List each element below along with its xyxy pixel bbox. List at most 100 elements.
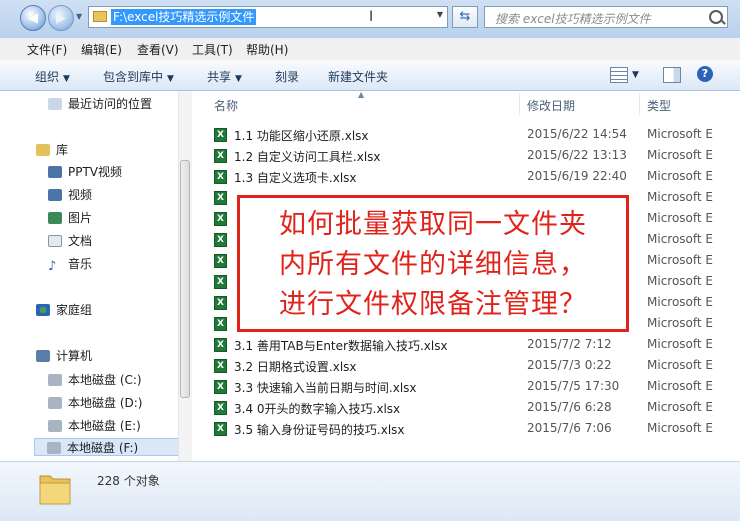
file-type: Microsoft E (647, 421, 714, 435)
menu-tools[interactable]: 工具(T) (192, 41, 233, 58)
excel-file-icon: X (214, 128, 227, 142)
search-icon (709, 10, 723, 24)
column-header-type[interactable]: 类型 (647, 97, 671, 114)
file-row[interactable]: X 3.1 善用TAB与Enter数据输入技巧.xlsx 2015/7/2 7:12… (214, 335, 740, 356)
excel-file-icon: X (214, 338, 227, 352)
excel-file-icon: X (214, 296, 227, 310)
excel-file-icon: X (214, 170, 227, 184)
file-type: Microsoft E (647, 190, 714, 204)
column-header-date[interactable]: 修改日期 (527, 97, 575, 114)
nav-computer[interactable]: 计算机 (36, 347, 92, 365)
nav-label: 视频 (68, 188, 93, 202)
nav-music[interactable]: ♪ 音乐 (48, 255, 92, 274)
preview-pane-icon[interactable] (663, 67, 681, 83)
file-date: 2015/7/2 7:12 (527, 337, 612, 351)
command-toolbar: 组织 ▼ 包含到库中 ▼ 共享 ▼ 刻录 新建文件夹 ▼ ? (0, 60, 740, 91)
nav-documents[interactable]: 文档 (48, 232, 92, 250)
file-name: 1.1 功能区缩小还原.xlsx (234, 129, 369, 143)
menu-file[interactable]: 文件(F) (27, 41, 67, 58)
excel-file-icon: X (214, 212, 227, 226)
nav-label: 库 (56, 143, 69, 157)
new-folder-button[interactable]: 新建文件夹 (328, 68, 388, 85)
file-type: Microsoft E (647, 127, 714, 141)
column-header-name[interactable]: 名称 (214, 97, 238, 114)
excel-file-icon: X (214, 191, 227, 205)
menu-view[interactable]: 查看(V) (137, 41, 179, 58)
address-dropdown-icon[interactable]: ▼ (437, 10, 443, 19)
homegroup-icon (36, 304, 50, 316)
file-name: 3.3 快速输入当前日期与时间.xlsx (234, 381, 417, 395)
recent-pages-dropdown-icon[interactable]: ▼ (76, 12, 82, 21)
file-type: Microsoft E (647, 232, 714, 246)
nav-drive-f[interactable]: 本地磁盘 (F:) (34, 438, 180, 456)
file-type: Microsoft E (647, 337, 714, 351)
nav-videos[interactable]: 视频 (48, 186, 92, 204)
nav-drive-d[interactable]: 本地磁盘 (D:) (48, 394, 142, 412)
file-row[interactable]: X 3.2 日期格式设置.xlsx 2015/7/3 0:22 Microsoft E (214, 356, 740, 377)
nav-recent-places[interactable]: 最近访问的位置 (48, 95, 152, 113)
nav-pictures[interactable]: 图片 (48, 209, 92, 227)
address-path-text: F:\excel技巧精选示例文件 (111, 9, 257, 25)
hard-drive-icon (48, 374, 62, 386)
view-options-icon[interactable] (610, 67, 628, 83)
nav-label: 本地磁盘 (D:) (68, 396, 143, 410)
file-type: Microsoft E (647, 316, 714, 330)
share-button[interactable]: 共享 ▼ (207, 68, 242, 85)
organize-button[interactable]: 组织 ▼ (35, 68, 70, 85)
nav-drive-c[interactable]: 本地磁盘 (C:) (48, 371, 142, 389)
address-input[interactable]: F:\excel技巧精选示例文件 I ▼ (88, 6, 448, 28)
nav-scrollbar-thumb[interactable] (180, 160, 190, 398)
file-date: 2015/7/3 0:22 (527, 358, 612, 372)
nav-label: 计算机 (56, 349, 93, 363)
menu-help[interactable]: 帮助(H) (246, 41, 288, 58)
menu-edit[interactable]: 编辑(E) (81, 41, 122, 58)
menu-bar: 文件(F) 编辑(E) 查看(V) 工具(T) 帮助(H) (0, 38, 740, 61)
file-name: 1.2 自定义访问工具栏.xlsx (234, 150, 381, 164)
file-name: 3.4 0开头的数字输入技巧.xlsx (234, 402, 401, 416)
column-divider[interactable] (639, 93, 640, 115)
folder-icon (93, 11, 107, 22)
nav-label: 文档 (68, 234, 93, 248)
back-button[interactable]: ◀ (20, 5, 46, 31)
nav-label: 家庭组 (56, 303, 93, 317)
file-row[interactable]: X 1.1 功能区缩小还原.xlsx 2015/6/22 14:54 Microsof… (214, 125, 740, 146)
file-type: Microsoft E (647, 253, 714, 267)
nav-label: 本地磁盘 (F:) (67, 441, 139, 455)
video-library-icon (48, 166, 62, 178)
file-name: 3.5 输入身份证号码的技巧.xlsx (234, 423, 405, 437)
view-dropdown-icon[interactable]: ▼ (632, 70, 639, 80)
refresh-icon: ⇆ (459, 9, 471, 24)
file-row[interactable]: X 3.3 快速输入当前日期与时间.xlsx 2015/7/5 17:30 Micro… (214, 377, 740, 398)
excel-file-icon: X (214, 254, 227, 268)
nav-drive-e[interactable]: 本地磁盘 (E:) (48, 417, 141, 435)
refresh-button[interactable]: ⇆ (452, 6, 478, 28)
excel-file-icon: X (214, 317, 227, 331)
file-name: 3.1 善用TAB与Enter数据输入技巧.xlsx (234, 339, 448, 353)
overlay-line: 进行文件权限备注管理？ (279, 289, 587, 320)
file-row[interactable]: X 1.2 自定义访问工具栏.xlsx 2015/6/22 13:13 Microso… (214, 146, 740, 167)
file-type: Microsoft E (647, 400, 714, 414)
excel-file-icon: X (214, 149, 227, 163)
library-icon (36, 144, 50, 156)
column-divider[interactable] (519, 93, 520, 115)
chevron-down-icon: ▼ (167, 74, 174, 84)
overlay-line: 如何批量获取同一文件夹 (279, 209, 587, 240)
forward-button[interactable]: ▶ (48, 5, 74, 31)
search-input[interactable]: 搜索 excel技巧精选示例文件 (484, 6, 728, 28)
file-row[interactable]: X 3.5 输入身份证号码的技巧.xlsx 2015/7/6 7:06 Microso… (214, 419, 740, 440)
file-row[interactable]: X 1.3 自定义选项卡.xlsx 2015/6/19 22:40 Microsoft… (214, 167, 740, 188)
folder-icon (39, 475, 71, 505)
nav-label: 本地磁盘 (C:) (68, 373, 142, 387)
file-type: Microsoft E (647, 148, 714, 162)
nav-homegroup[interactable]: 家庭组 (36, 301, 92, 319)
nav-label: PPTV视频 (68, 165, 123, 179)
nav-pptv-video[interactable]: PPTV视频 (48, 163, 122, 181)
burn-button[interactable]: 刻录 (275, 68, 299, 85)
include-in-library-button[interactable]: 包含到库中 ▼ (103, 68, 174, 85)
file-row[interactable]: X 3.4 0开头的数字输入技巧.xlsx 2015/7/6 6:28 Microso… (214, 398, 740, 419)
help-icon[interactable]: ? (697, 66, 713, 82)
file-date: 2015/6/19 22:40 (527, 169, 627, 183)
nav-label: 图片 (68, 211, 93, 225)
excel-file-icon: X (214, 275, 227, 289)
nav-libraries[interactable]: 库 (36, 141, 68, 159)
